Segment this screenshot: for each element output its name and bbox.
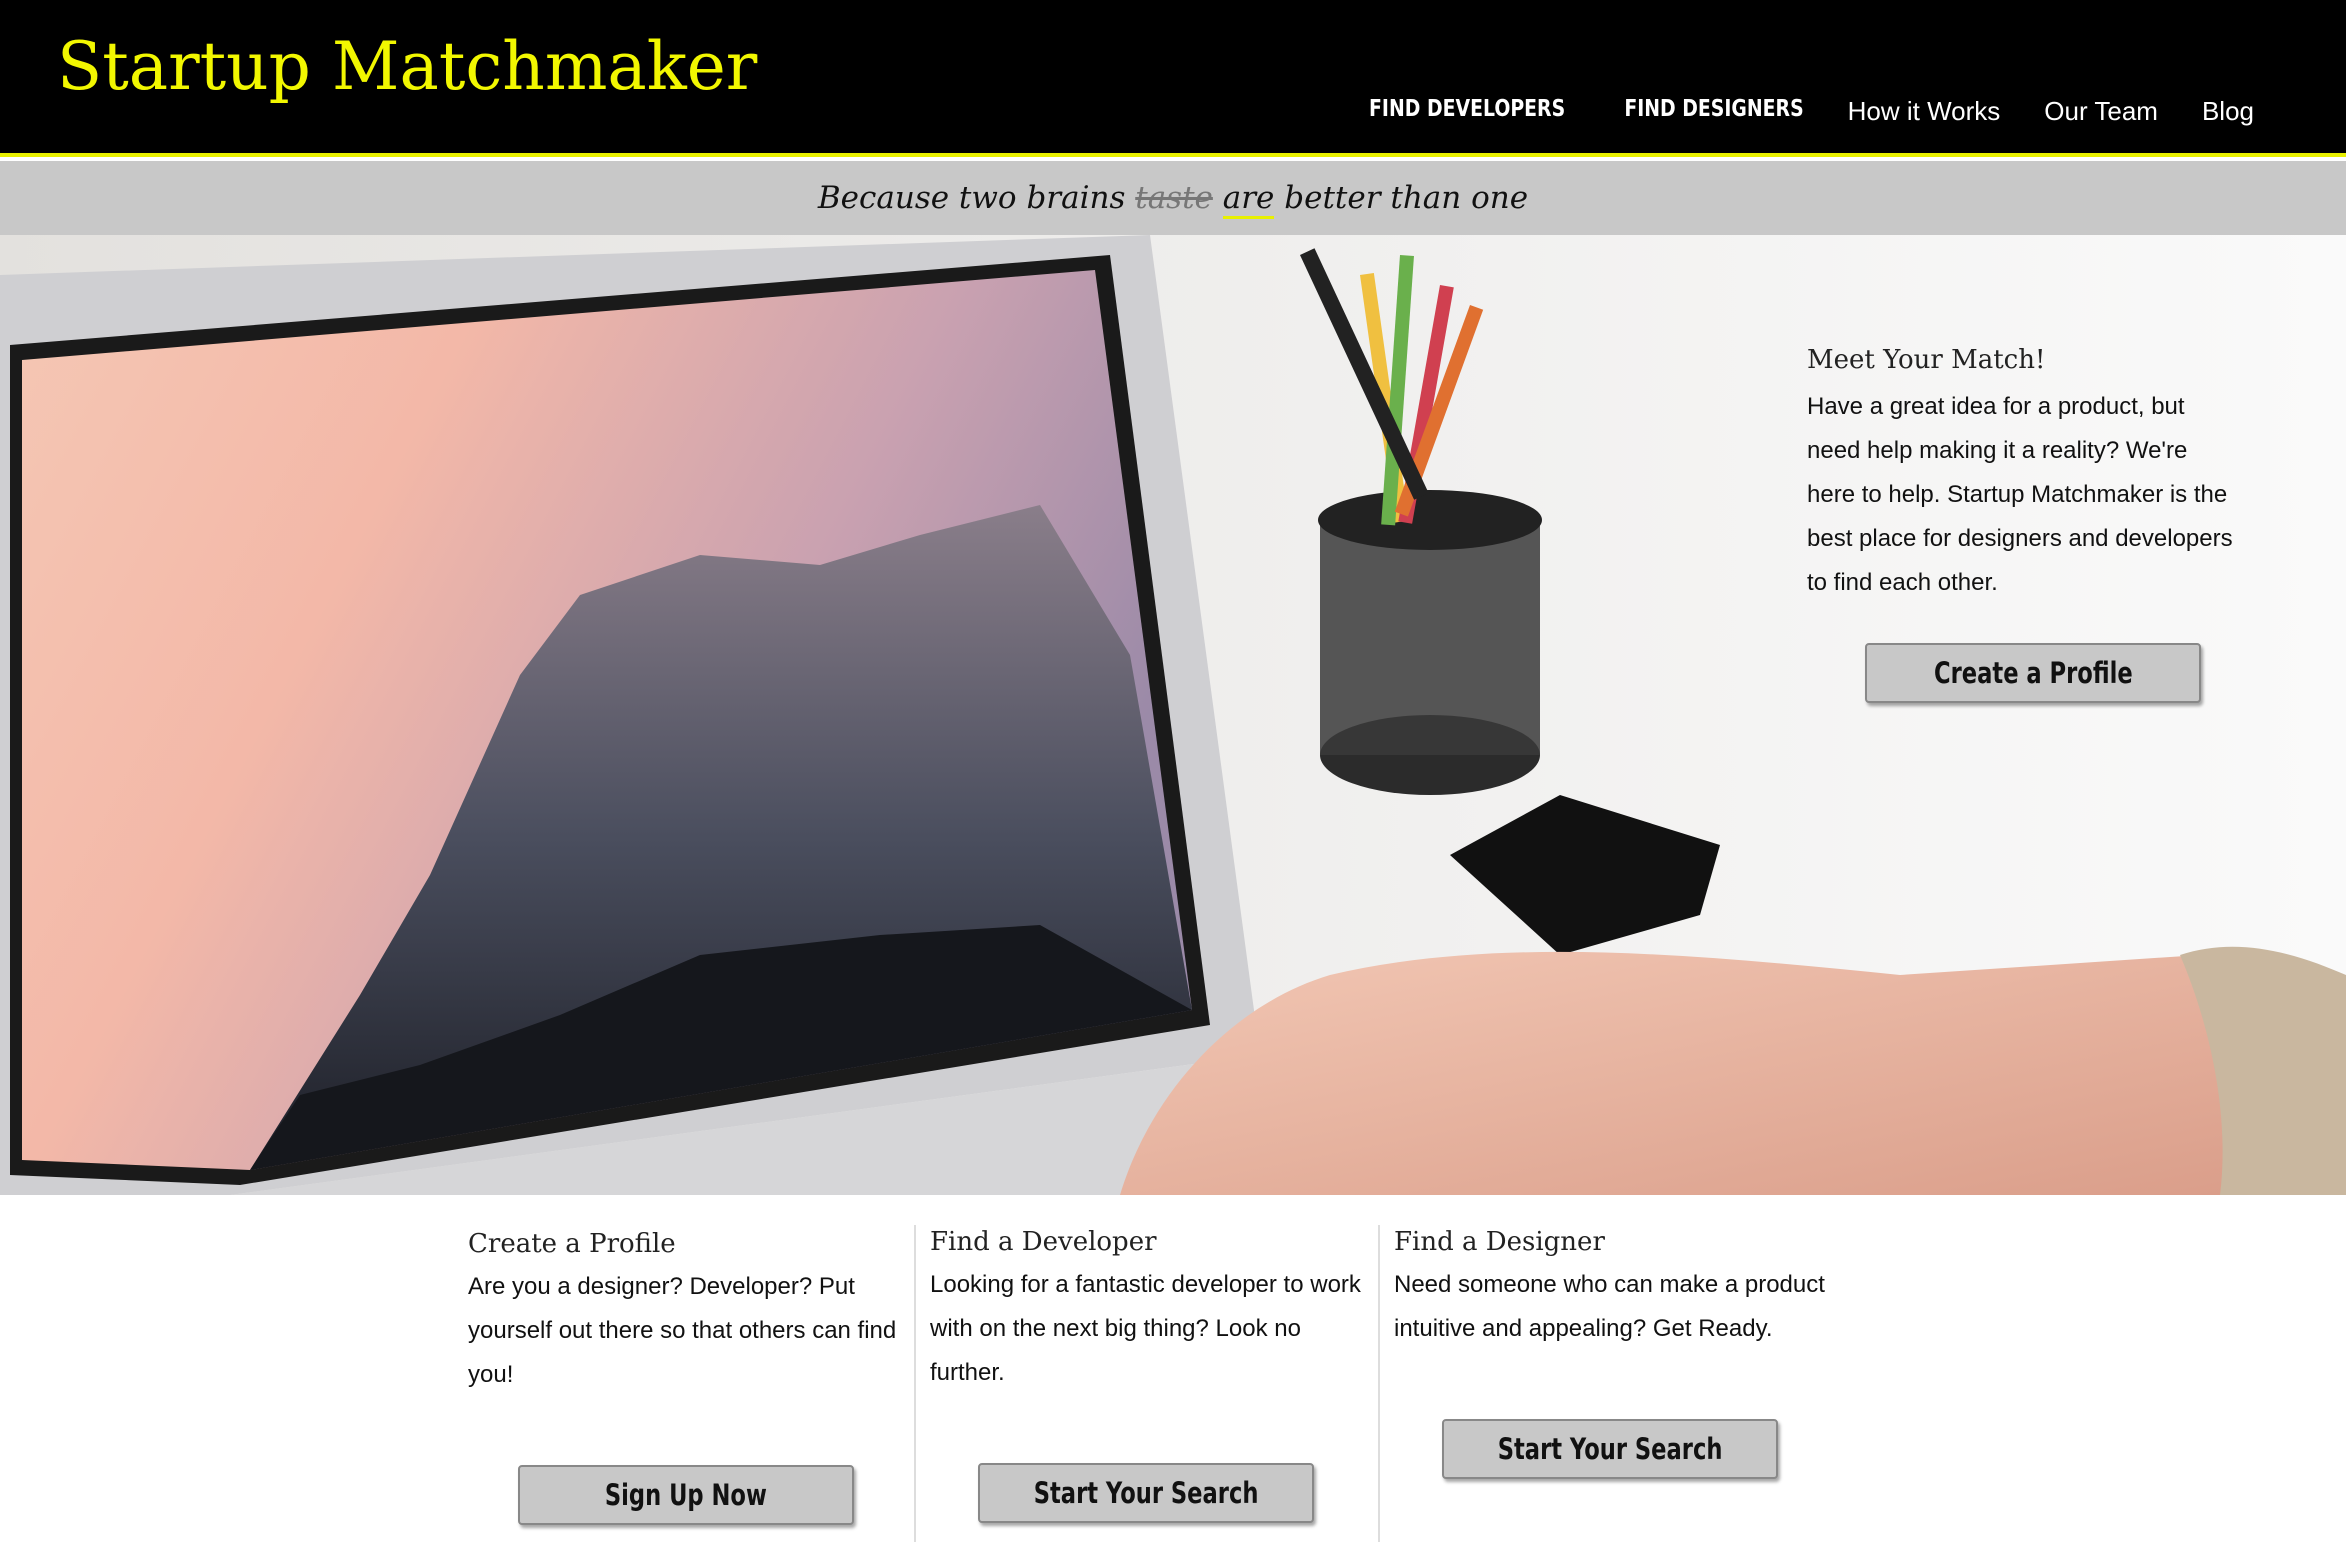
tagline: Because two brains taste are better than… [817, 180, 1529, 219]
feature-find-designer: Find a Designer Need someone who can mak… [1378, 1225, 1842, 1542]
create-profile-button-label: Create a Profile [1933, 656, 2133, 690]
tagline-bar: Because two brains taste are better than… [0, 161, 2346, 235]
feature-create-profile: Create a Profile Are you a designer? Dev… [468, 1227, 932, 1544]
tagline-struck-word: taste [1135, 180, 1213, 216]
feature-title: Find a Designer [1394, 1227, 1605, 1257]
feature-body: Need someone who can make a product intu… [1394, 1271, 1825, 1342]
feature-body: Are you a designer? Developer? Put yours… [468, 1273, 897, 1388]
nav-our-team[interactable]: Our Team [2044, 96, 2158, 127]
sign-up-now-button-label: Sign Up Now [604, 1478, 768, 1512]
feature-find-developer: Find a Developer Looking for a fantastic… [914, 1225, 1378, 1542]
main-nav: FIND DEVELOPERS FIND DESIGNERS How it Wo… [1322, 96, 2254, 127]
site-logo[interactable]: Startup Matchmaker [57, 28, 757, 105]
hero-section: Meet Your Match! Have a great idea for a… [0, 235, 2346, 1195]
nav-find-developers[interactable]: FIND DEVELOPERS [1369, 96, 1565, 127]
feature-title: Create a Profile [468, 1229, 676, 1259]
feature-body: Looking for a fantastic developer to wor… [930, 1271, 1361, 1386]
hero-heading: Meet Your Match! [1807, 345, 2046, 375]
feature-columns: Create a Profile Are you a designer? Dev… [454, 1195, 1854, 1544]
hero-body: Have a great idea for a product, but nee… [1807, 393, 2233, 596]
tagline-after: better than one [1274, 180, 1529, 216]
sign-up-now-button[interactable]: Sign Up Now [518, 1465, 854, 1525]
start-search-button-label: Start Your Search [1497, 1432, 1723, 1466]
nav-find-designers[interactable]: FIND DESIGNERS [1624, 96, 1803, 127]
nav-how-it-works[interactable]: How it Works [1848, 96, 2001, 127]
start-search-designers-button[interactable]: Start Your Search [1442, 1419, 1778, 1479]
start-search-button-label: Start Your Search [1033, 1476, 1259, 1510]
site-header: Startup Matchmaker FIND DEVELOPERS FIND … [0, 0, 2346, 157]
feature-title: Find a Developer [930, 1227, 1157, 1257]
tagline-before: Because two brains [817, 180, 1136, 216]
create-profile-button[interactable]: Create a Profile [1865, 643, 2201, 703]
tagline-replacement-word: are [1222, 180, 1275, 219]
hero-panel: Meet Your Match! Have a great idea for a… [1807, 345, 2237, 703]
start-search-developers-button[interactable]: Start Your Search [978, 1463, 1314, 1523]
nav-blog[interactable]: Blog [2202, 96, 2254, 127]
